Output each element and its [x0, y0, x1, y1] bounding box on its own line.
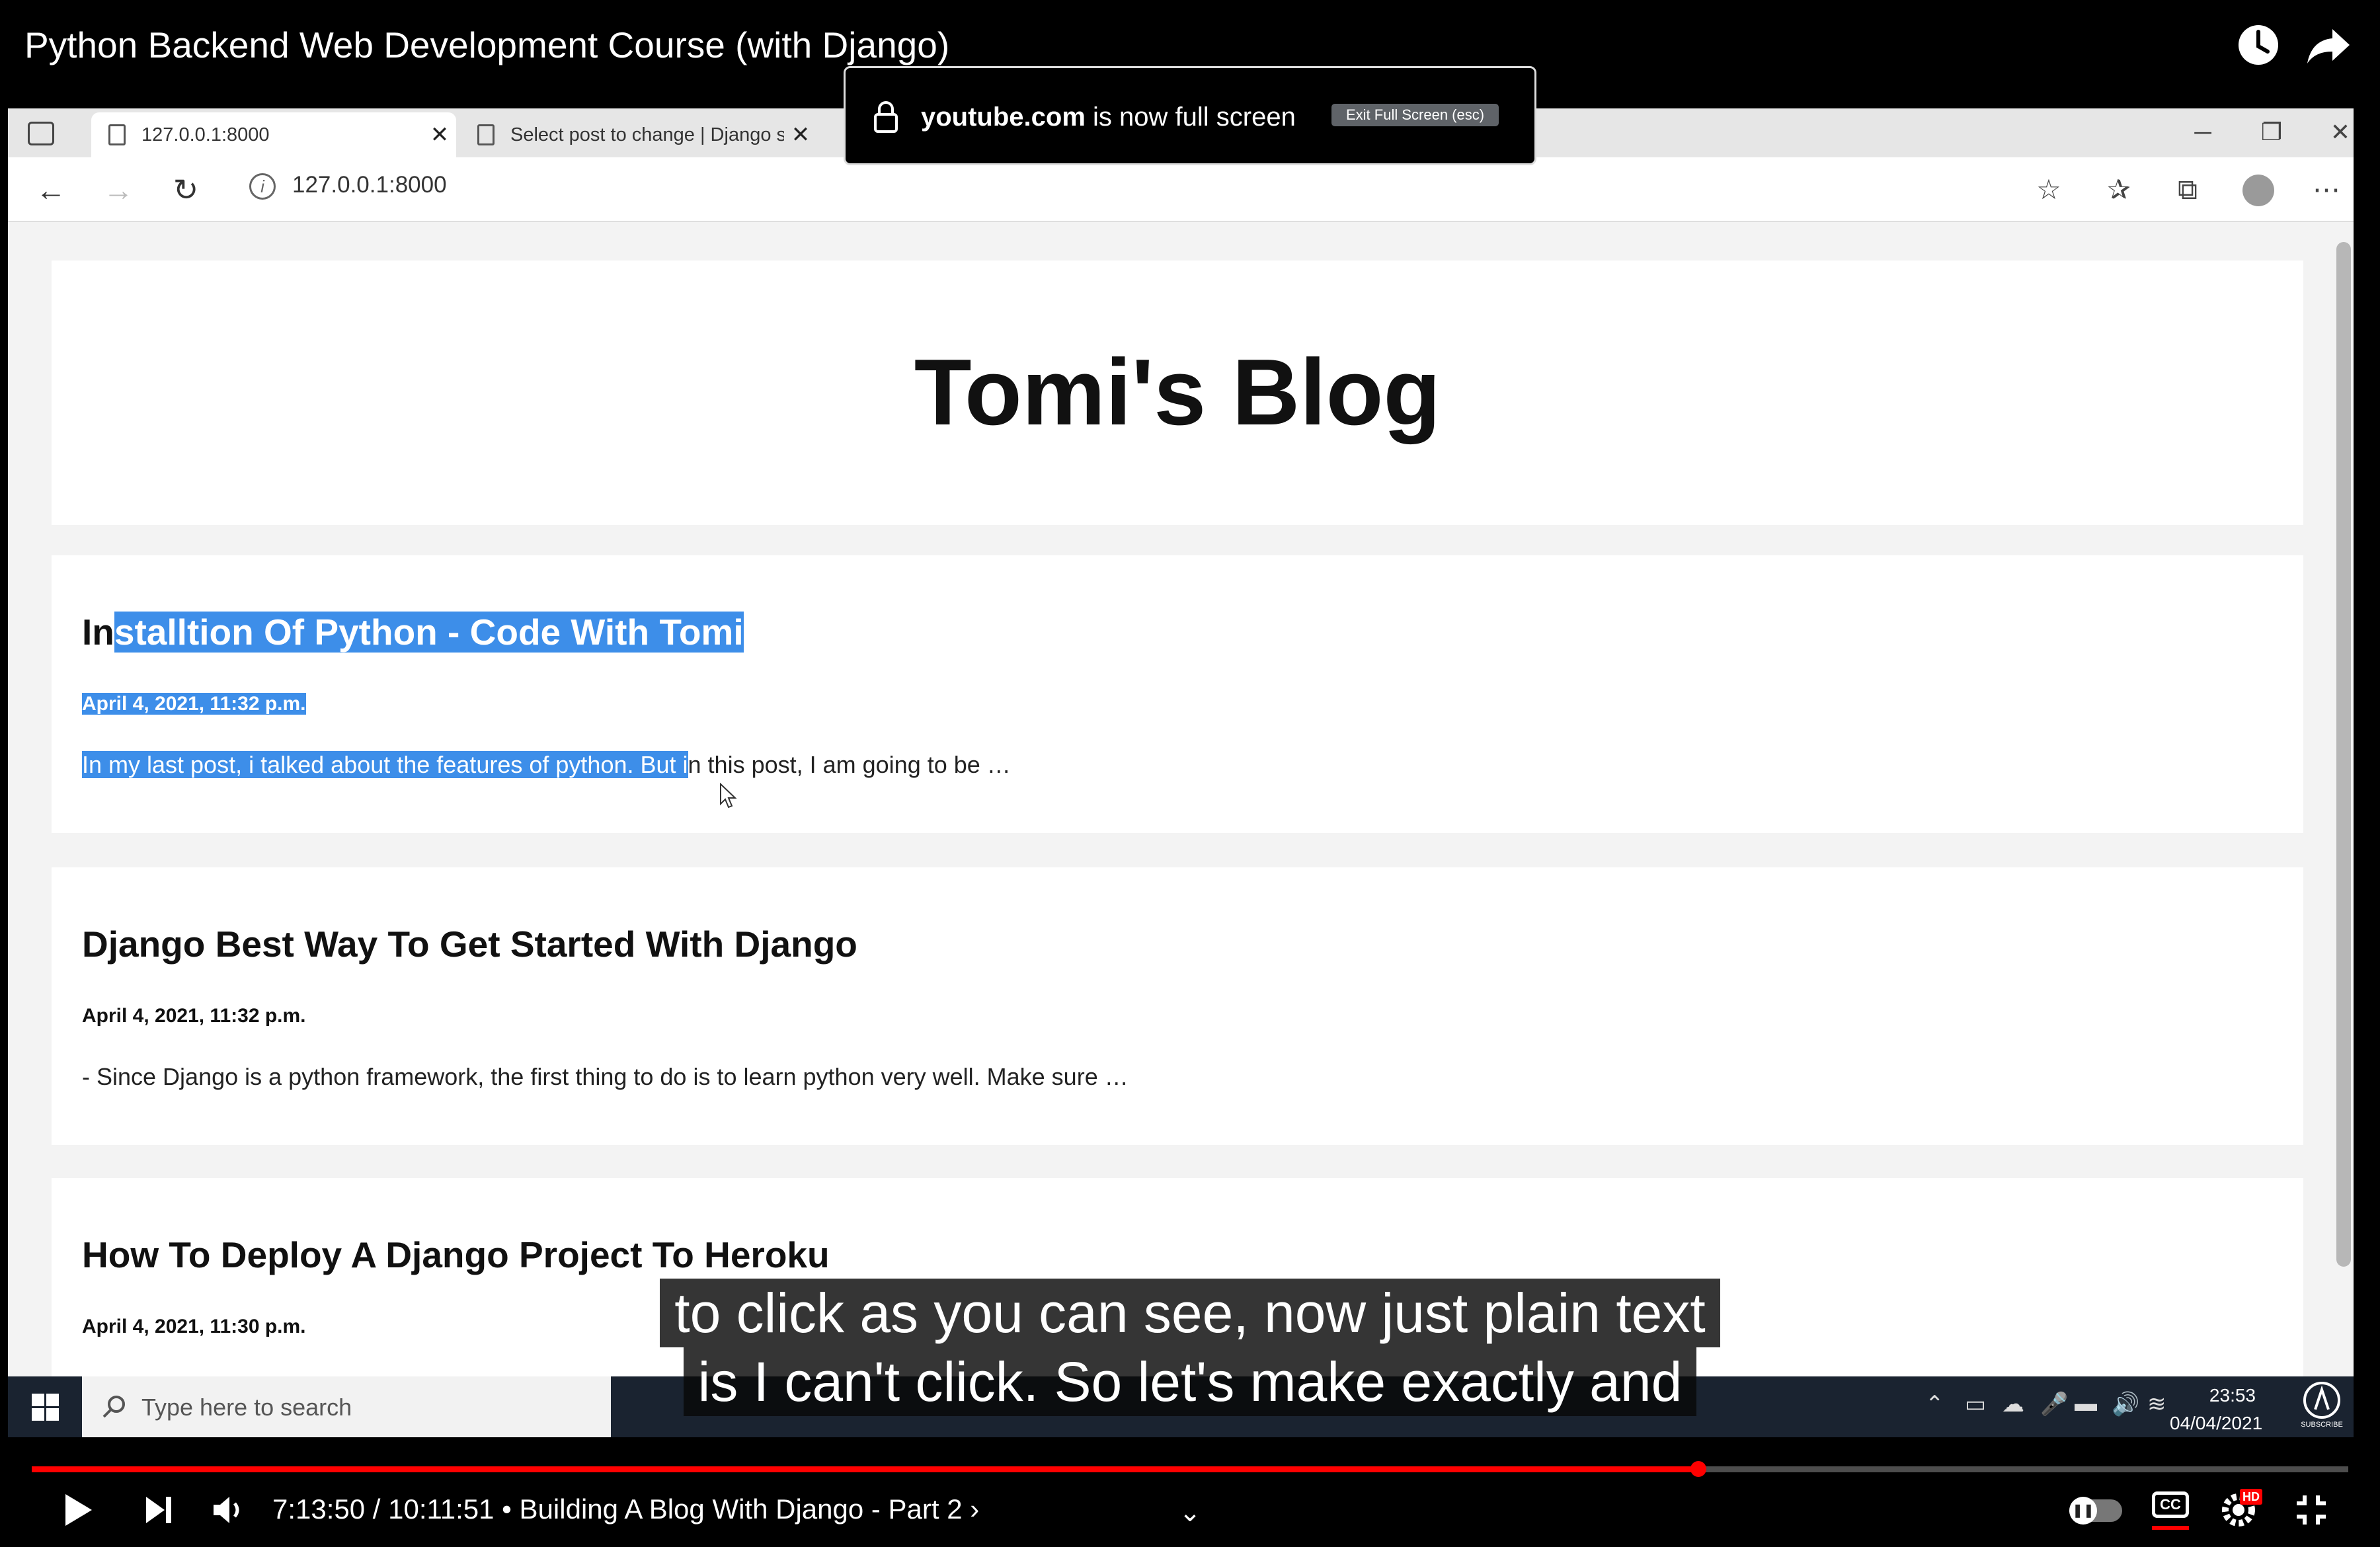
- close-icon[interactable]: ✕: [784, 122, 817, 148]
- exit-fullscreen-button[interactable]: Exit Full Screen (esc): [1331, 104, 1499, 126]
- clock-icon[interactable]: [2233, 20, 2283, 70]
- time-elapsed: 7:13:50 / 10:11:51: [272, 1493, 495, 1525]
- post-title-unselected: In: [82, 612, 114, 653]
- favorite-add-icon[interactable]: ☆: [2026, 167, 2072, 213]
- play-icon[interactable]: [54, 1489, 102, 1531]
- tab-label: Select post to change | Django s: [510, 124, 784, 145]
- post-title[interactable]: Django Best Way To Get Started With Djan…: [82, 923, 857, 965]
- post-excerpt: - Since Django is a python framework, th…: [82, 1063, 1129, 1090]
- post-date: April 4, 2021, 11:32 p.m.: [82, 1005, 306, 1027]
- progress-bar[interactable]: [32, 1461, 2348, 1477]
- captions-button[interactable]: CC: [2152, 1491, 2189, 1518]
- back-icon[interactable]: ←: [28, 167, 74, 213]
- browser-window: 127.0.0.1:8000 ✕ Select post to change |…: [8, 108, 2354, 1376]
- close-icon[interactable]: ✕: [423, 122, 456, 148]
- scroll-thumb[interactable]: [2336, 242, 2351, 1267]
- exit-fullscreen-icon[interactable]: [2287, 1489, 2335, 1531]
- volume-icon[interactable]: [205, 1489, 253, 1531]
- profile-avatar[interactable]: [2242, 175, 2274, 206]
- captions-active-indicator: [2152, 1526, 2189, 1530]
- blog-header: Tomi's Blog: [52, 260, 2303, 525]
- post-card: Django Best Way To Get Started With Djan…: [52, 867, 2303, 1145]
- window-close-icon[interactable]: ✕: [2307, 112, 2354, 152]
- blog-title: Tomi's Blog: [914, 340, 1441, 445]
- favorites-icon[interactable]: ✰: [2096, 167, 2142, 213]
- restore-icon[interactable]: ❐: [2239, 112, 2305, 152]
- page-icon: [108, 124, 126, 145]
- hd-badge: HD: [2240, 1489, 2262, 1505]
- settings-gear-icon[interactable]: HD: [2220, 1488, 2268, 1530]
- lock-icon: [873, 100, 898, 133]
- subtitle-line-2: is I can't click. So let's make exactly …: [683, 1347, 1697, 1416]
- mouse-cursor-icon: [719, 782, 738, 813]
- tab-local-server[interactable]: 127.0.0.1:8000 ✕: [91, 112, 456, 157]
- pause-icon: ❚❚: [2069, 1497, 2097, 1525]
- video-title[interactable]: Python Backend Web Development Course (w…: [24, 24, 949, 66]
- post-date: April 4, 2021, 11:32 p.m.: [82, 693, 306, 715]
- tab-django-admin[interactable]: Select post to change | Django s ✕: [460, 112, 817, 157]
- excerpt-selected: In my last post, i talked about the feat…: [82, 751, 688, 778]
- url-field[interactable]: 127.0.0.1:8000: [292, 172, 447, 198]
- address-bar: ← → ↻ i 127.0.0.1:8000 ☆ ✰ ⧉ ⋯: [8, 157, 2354, 222]
- minimize-icon[interactable]: ─: [2170, 112, 2236, 152]
- subtitles: to click as you can see, now just plain …: [0, 1279, 2380, 1416]
- chevron-down-icon[interactable]: ⌄: [1171, 1491, 1209, 1534]
- post-excerpt: In my last post, i talked about the feat…: [82, 751, 1011, 779]
- subtitle-line-1: to click as you can see, now just plain …: [660, 1279, 1720, 1347]
- post-title-selected: stalltion Of Python - Code With Tomi: [114, 612, 744, 653]
- page-icon: [477, 124, 495, 145]
- tab-actions-icon[interactable]: [28, 122, 54, 145]
- forward-icon[interactable]: →: [95, 167, 141, 213]
- post-title[interactable]: Installtion Of Python - Code With Tomi: [82, 611, 744, 653]
- chapter-title[interactable]: • Building A Blog With Django - Part 2 ›: [495, 1493, 979, 1525]
- more-menu-icon[interactable]: ⋯: [2303, 167, 2350, 213]
- fullscreen-message: youtube.com is now full screen: [921, 102, 1296, 132]
- refresh-icon[interactable]: ↻: [163, 167, 209, 213]
- post-card: Installtion Of Python - Code With Tomi A…: [52, 555, 2303, 833]
- post-title[interactable]: How To Deploy A Django Project To Heroku: [82, 1234, 830, 1276]
- excerpt-unselected: n this post, I am going to be …: [688, 751, 1011, 778]
- tab-label: 127.0.0.1:8000: [141, 124, 270, 145]
- page-viewport: Tomi's Blog Installtion Of Python - Code…: [8, 222, 2354, 1376]
- progress-scrubber[interactable]: [1690, 1461, 1706, 1477]
- progress-played: [32, 1466, 1698, 1472]
- subscribe-label: SUBSCRIBE: [2301, 1421, 2343, 1429]
- info-icon[interactable]: i: [249, 173, 276, 200]
- time-display: 7:13:50 / 10:11:51 • Building A Blog Wit…: [272, 1493, 979, 1525]
- autoplay-toggle[interactable]: ❚❚: [2069, 1497, 2122, 1525]
- scrollbar[interactable]: [2331, 222, 2354, 1376]
- collections-icon[interactable]: ⧉: [2164, 167, 2211, 213]
- share-arrow-icon[interactable]: [2303, 20, 2354, 70]
- fullscreen-notice: youtube.com is now full screen Exit Full…: [844, 66, 1536, 165]
- next-icon[interactable]: [135, 1489, 182, 1531]
